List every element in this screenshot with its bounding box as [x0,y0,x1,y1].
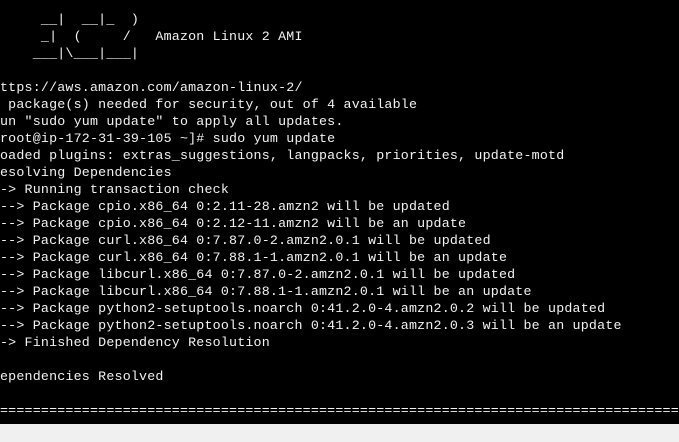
package-line: --> Package python2-setuptools.noarch 0:… [0,318,622,333]
package-line: --> Package python2-setuptools.noarch 0:… [0,301,606,316]
ascii-logo-line-1: __| __|_ ) [0,12,140,27]
ascii-logo-line-3: ___|\___|___| [0,46,140,61]
transaction-check-line: -> Running transaction check [0,182,230,197]
command-prompt-line: root@ip-172-31-39-105 ~]# sudo yum updat… [0,131,336,146]
update-hint-line: un "sudo yum update" to apply all update… [0,114,344,129]
terminal-window[interactable]: __| __|_ ) _| ( / Amazon Linux 2 AMI ___… [0,0,679,424]
dependencies-resolved-line: ependencies Resolved [0,369,164,384]
finished-resolution-line: -> Finished Dependency Resolution [0,335,270,350]
package-line: --> Package cpio.x86_64 0:2.12-11.amzn2 … [0,216,467,231]
package-line: --> Package libcurl.x86_64 0:7.87.0-2.am… [0,267,516,282]
package-line: --> Package cpio.x86_64 0:2.11-28.amzn2 … [0,199,450,214]
plugins-line: oaded plugins: extras_suggestions, langp… [0,148,565,163]
package-line: --> Package libcurl.x86_64 0:7.88.1-1.am… [0,284,532,299]
window-bottom-bar [0,424,679,442]
security-notice-line: package(s) needed for security, out of 4… [0,97,418,112]
url-line: ttps://aws.amazon.com/amazon-linux-2/ [0,80,303,95]
ascii-logo-line-2: _| ( / Amazon Linux 2 AMI [0,29,303,44]
package-line: --> Package curl.x86_64 0:7.87.0-2.amzn2… [0,233,491,248]
separator-line: ========================================… [0,403,679,418]
resolving-line: esolving Dependencies [0,165,172,180]
package-line: --> Package curl.x86_64 0:7.88.1-1.amzn2… [0,250,508,265]
